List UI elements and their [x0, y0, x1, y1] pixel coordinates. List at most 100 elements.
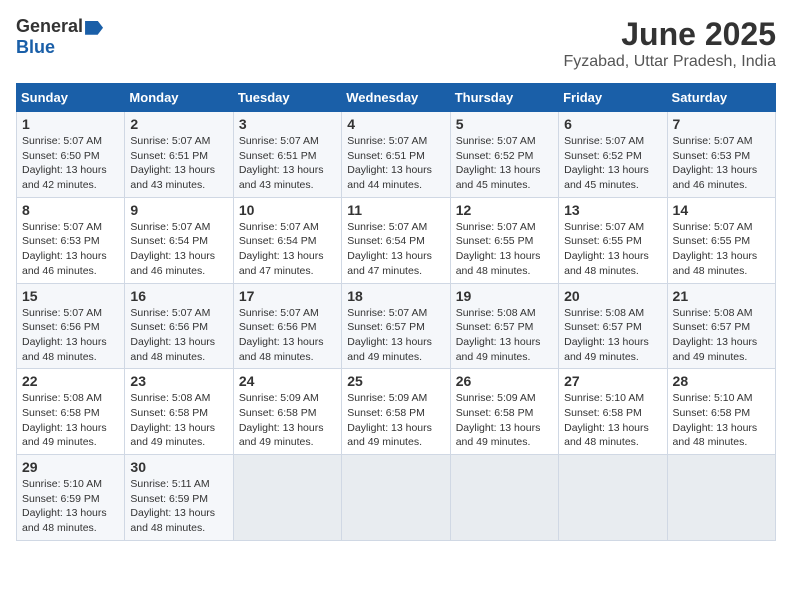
cell-content: Sunrise: 5:09 AMSunset: 6:58 PMDaylight:… — [456, 391, 553, 450]
calendar-cell: 10 Sunrise: 5:07 AMSunset: 6:54 PMDayligh… — [233, 197, 341, 283]
header-saturday: Saturday — [667, 84, 775, 112]
page-header: General Blue June 2025 Fyzabad, Uttar Pr… — [16, 16, 776, 71]
calendar-cell: 25 Sunrise: 5:09 AMSunset: 6:58 PMDayligh… — [342, 369, 450, 455]
calendar-cell: 23 Sunrise: 5:08 AMSunset: 6:58 PMDayligh… — [125, 369, 233, 455]
calendar-cell: 17Sunrise: 5:07 AMSunset: 6:56 PMDayligh… — [233, 283, 341, 369]
day-number: 17 — [239, 288, 336, 304]
day-number: 21 — [673, 288, 770, 304]
cell-content: Sunrise: 5:07 AMSunset: 6:52 PMDaylight:… — [564, 134, 661, 193]
calendar-cell — [667, 455, 775, 541]
day-number: 2 — [130, 116, 227, 132]
day-number: 16 — [130, 288, 227, 304]
day-number: 22 — [22, 373, 119, 389]
calendar-cell — [233, 455, 341, 541]
calendar-table: SundayMondayTuesdayWednesdayThursdayFrid… — [16, 83, 776, 541]
calendar-cell: 4 Sunrise: 5:07 AMSunset: 6:51 PMDaylight… — [342, 112, 450, 198]
cell-content: Sunrise: 5:07 AMSunset: 6:50 PMDaylight:… — [22, 134, 119, 193]
day-number: 18 — [347, 288, 444, 304]
calendar-week-row: 22 Sunrise: 5:08 AMSunset: 6:58 PMDayligh… — [17, 369, 776, 455]
cell-content: Sunrise: 5:07 AMSunset: 6:54 PMDaylight:… — [130, 220, 227, 279]
day-number: 23 — [130, 373, 227, 389]
calendar-cell: 11 Sunrise: 5:07 AMSunset: 6:54 PMDayligh… — [342, 197, 450, 283]
calendar-cell — [342, 455, 450, 541]
cell-content: Sunrise: 5:07 AMSunset: 6:56 PMDaylight:… — [130, 306, 227, 365]
cell-content: Sunrise: 5:10 AMSunset: 6:59 PMDaylight:… — [22, 477, 119, 536]
cell-content: Sunrise: 5:10 AMSunset: 6:58 PMDaylight:… — [673, 391, 770, 450]
cell-content: Sunrise: 5:07 AMSunset: 6:55 PMDaylight:… — [564, 220, 661, 279]
calendar-cell: 19Sunrise: 5:08 AMSunset: 6:57 PMDayligh… — [450, 283, 558, 369]
month-title: June 2025 — [563, 16, 776, 53]
header-wednesday: Wednesday — [342, 84, 450, 112]
cell-content: Sunrise: 5:07 AMSunset: 6:54 PMDaylight:… — [239, 220, 336, 279]
cell-content: Sunrise: 5:07 AMSunset: 6:51 PMDaylight:… — [239, 134, 336, 193]
calendar-cell: 8 Sunrise: 5:07 AMSunset: 6:53 PMDaylight… — [17, 197, 125, 283]
calendar-week-row: 15 Sunrise: 5:07 AMSunset: 6:56 PMDayligh… — [17, 283, 776, 369]
day-number: 11 — [347, 202, 444, 218]
header-thursday: Thursday — [450, 84, 558, 112]
cell-content: Sunrise: 5:08 AMSunset: 6:57 PMDaylight:… — [673, 306, 770, 365]
calendar-cell: 1 Sunrise: 5:07 AMSunset: 6:50 PMDaylight… — [17, 112, 125, 198]
day-number: 20 — [564, 288, 661, 304]
day-number: 4 — [347, 116, 444, 132]
cell-content: Sunrise: 5:08 AMSunset: 6:57 PMDaylight:… — [564, 306, 661, 365]
calendar-cell: 27 Sunrise: 5:10 AMSunset: 6:58 PMDayligh… — [559, 369, 667, 455]
day-number: 3 — [239, 116, 336, 132]
calendar-cell: 14Sunrise: 5:07 AMSunset: 6:55 PMDayligh… — [667, 197, 775, 283]
cell-content: Sunrise: 5:09 AMSunset: 6:58 PMDaylight:… — [347, 391, 444, 450]
calendar-cell: 20 Sunrise: 5:08 AMSunset: 6:57 PMDayligh… — [559, 283, 667, 369]
header-tuesday: Tuesday — [233, 84, 341, 112]
calendar-cell: 16 Sunrise: 5:07 AMSunset: 6:56 PMDayligh… — [125, 283, 233, 369]
calendar-cell: 3 Sunrise: 5:07 AMSunset: 6:51 PMDaylight… — [233, 112, 341, 198]
day-number: 27 — [564, 373, 661, 389]
header-monday: Monday — [125, 84, 233, 112]
calendar-cell: 18 Sunrise: 5:07 AMSunset: 6:57 PMDayligh… — [342, 283, 450, 369]
day-number: 28 — [673, 373, 770, 389]
day-number: 26 — [456, 373, 553, 389]
calendar-cell: 29 Sunrise: 5:10 AMSunset: 6:59 PMDayligh… — [17, 455, 125, 541]
cell-content: Sunrise: 5:07 AMSunset: 6:53 PMDaylight:… — [673, 134, 770, 193]
calendar-cell: 26 Sunrise: 5:09 AMSunset: 6:58 PMDayligh… — [450, 369, 558, 455]
cell-content: Sunrise: 5:07 AMSunset: 6:55 PMDaylight:… — [456, 220, 553, 279]
header-sunday: Sunday — [17, 84, 125, 112]
logo-general: General — [16, 16, 83, 36]
day-number: 24 — [239, 373, 336, 389]
calendar-cell: 5Sunrise: 5:07 AMSunset: 6:52 PMDaylight… — [450, 112, 558, 198]
header-friday: Friday — [559, 84, 667, 112]
calendar-cell: 15Sunrise: 5:07 AMSunset: 6:56 PMDayligh… — [17, 283, 125, 369]
calendar-cell: 13 Sunrise: 5:07 AMSunset: 6:55 PMDayligh… — [559, 197, 667, 283]
calendar-cell: 12 Sunrise: 5:07 AMSunset: 6:55 PMDayligh… — [450, 197, 558, 283]
cell-content: Sunrise: 5:08 AMSunset: 6:58 PMDaylight:… — [22, 391, 119, 450]
cell-content: Sunrise: 5:07 AMSunset: 6:52 PMDaylight:… — [456, 134, 553, 193]
calendar-cell: 30Sunrise: 5:11 AMSunset: 6:59 PMDayligh… — [125, 455, 233, 541]
day-number: 25 — [347, 373, 444, 389]
cell-content: Sunrise: 5:07 AMSunset: 6:57 PMDaylight:… — [347, 306, 444, 365]
calendar-cell — [559, 455, 667, 541]
day-number: 29 — [22, 459, 119, 475]
cell-content: Sunrise: 5:07 AMSunset: 6:53 PMDaylight:… — [22, 220, 119, 279]
logo: General Blue — [16, 16, 103, 58]
cell-content: Sunrise: 5:07 AMSunset: 6:55 PMDaylight:… — [673, 220, 770, 279]
day-number: 13 — [564, 202, 661, 218]
calendar-cell: 2Sunrise: 5:07 AMSunset: 6:51 PMDaylight… — [125, 112, 233, 198]
day-number: 1 — [22, 116, 119, 132]
cell-content: Sunrise: 5:07 AMSunset: 6:51 PMDaylight:… — [347, 134, 444, 193]
calendar-cell: 22 Sunrise: 5:08 AMSunset: 6:58 PMDayligh… — [17, 369, 125, 455]
cell-content: Sunrise: 5:10 AMSunset: 6:58 PMDaylight:… — [564, 391, 661, 450]
calendar-cell: 28 Sunrise: 5:10 AMSunset: 6:58 PMDayligh… — [667, 369, 775, 455]
calendar-cell: 6Sunrise: 5:07 AMSunset: 6:52 PMDaylight… — [559, 112, 667, 198]
title-section: June 2025 Fyzabad, Uttar Pradesh, India — [563, 16, 776, 71]
day-number: 15 — [22, 288, 119, 304]
day-number: 12 — [456, 202, 553, 218]
day-number: 8 — [22, 202, 119, 218]
cell-content: Sunrise: 5:07 AMSunset: 6:54 PMDaylight:… — [347, 220, 444, 279]
day-number: 10 — [239, 202, 336, 218]
calendar-week-row: 1 Sunrise: 5:07 AMSunset: 6:50 PMDaylight… — [17, 112, 776, 198]
day-number: 7 — [673, 116, 770, 132]
calendar-cell: 7 Sunrise: 5:07 AMSunset: 6:53 PMDaylight… — [667, 112, 775, 198]
cell-content: Sunrise: 5:08 AMSunset: 6:58 PMDaylight:… — [130, 391, 227, 450]
calendar-cell: 9Sunrise: 5:07 AMSunset: 6:54 PMDaylight… — [125, 197, 233, 283]
calendar-header-row: SundayMondayTuesdayWednesdayThursdayFrid… — [17, 84, 776, 112]
location-title: Fyzabad, Uttar Pradesh, India — [563, 53, 776, 71]
calendar-cell — [450, 455, 558, 541]
day-number: 30 — [130, 459, 227, 475]
